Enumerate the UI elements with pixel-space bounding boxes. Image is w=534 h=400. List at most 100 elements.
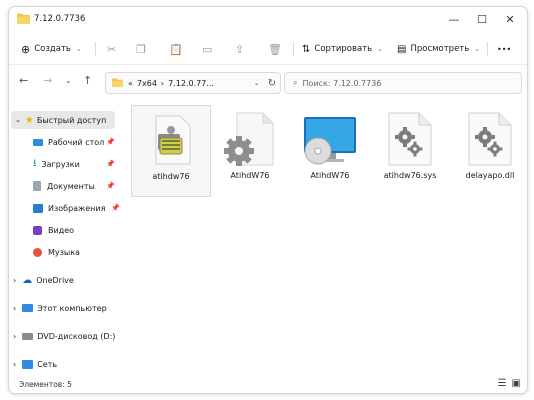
create-label: Создать bbox=[34, 44, 71, 54]
sidebar-item-pictures[interactable]: Изображения bbox=[33, 199, 105, 217]
separator bbox=[487, 42, 488, 56]
sidebar-item-label: Рабочий стол bbox=[48, 137, 105, 147]
refresh-icon[interactable]: ↻ bbox=[268, 78, 276, 89]
file-name: AtihdW76 bbox=[230, 171, 270, 180]
sidebar-item-label: DVD-дисковод (D:) bbox=[37, 331, 116, 341]
sidebar-item-music[interactable]: Музыка bbox=[33, 243, 80, 261]
view-switcher: ☰ ▣ bbox=[498, 378, 521, 389]
address-dropdown-icon[interactable]: ⌄ bbox=[254, 79, 260, 87]
pin-icon: 📌 bbox=[111, 204, 120, 212]
sort-button[interactable]: ⇅ Сортировать ⌄ bbox=[302, 40, 383, 58]
music-icon bbox=[33, 247, 42, 257]
up-arrow-icon[interactable]: ↑ bbox=[83, 74, 92, 87]
expand-chevron-icon: › bbox=[13, 275, 17, 285]
maximize-button[interactable]: ☐ bbox=[468, 7, 496, 31]
sidebar-item-quick-access[interactable]: ⌄ ★ Быстрый доступ bbox=[11, 111, 115, 129]
sidebar-item-label: Музыка bbox=[48, 247, 80, 257]
chevron-down-icon: ⌄ bbox=[474, 45, 481, 53]
breadcrumb-item[interactable]: 7.12.0.77... bbox=[168, 79, 214, 88]
view-label: Просмотреть bbox=[410, 44, 470, 54]
pictures-icon bbox=[33, 203, 43, 213]
file-list: atihdw76 AtihdW76 AtihdW76 atihdw76.sys … bbox=[127, 105, 517, 375]
copy-icon[interactable]: ❐ bbox=[136, 40, 146, 58]
sidebar-item-video[interactable]: Видео bbox=[33, 221, 74, 239]
large-icons-view-icon[interactable]: ▣ bbox=[512, 378, 521, 389]
sidebar-item-documents[interactable]: Документы bbox=[33, 177, 95, 195]
sidebar-item-label: Загрузки bbox=[41, 159, 80, 169]
sidebar-item-label: Сеть bbox=[37, 359, 58, 369]
paste-icon[interactable]: 📋 bbox=[169, 40, 183, 58]
separator bbox=[95, 42, 96, 56]
pin-icon: 📌 bbox=[106, 160, 115, 168]
minimize-button[interactable]: — bbox=[440, 7, 468, 31]
documents-icon bbox=[33, 181, 41, 191]
expand-chevron-icon: › bbox=[13, 359, 17, 369]
cut-icon[interactable]: ✂ bbox=[107, 40, 116, 58]
cloud-icon: ☁ bbox=[22, 274, 33, 286]
view-button[interactable]: ▤ Просмотреть ⌄ bbox=[397, 40, 480, 58]
breadcrumb-item[interactable]: 7x64 bbox=[137, 79, 157, 88]
share-icon[interactable]: ⇪ bbox=[235, 40, 244, 58]
sidebar-item-desktop[interactable]: Рабочий стол bbox=[33, 133, 104, 151]
downloads-icon: ⭳ bbox=[33, 157, 37, 169]
chevron-down-icon: ⌄ bbox=[377, 45, 384, 53]
sidebar-item-label: OneDrive bbox=[36, 275, 74, 285]
close-button[interactable]: ✕ bbox=[496, 7, 524, 31]
sidebar-item-label: Документы bbox=[47, 181, 95, 191]
sidebar-item-dvd[interactable]: › DVD-дисковод (D:) bbox=[13, 327, 115, 345]
file-name: delayapo.dll bbox=[465, 171, 515, 180]
details-view-icon[interactable]: ☰ bbox=[498, 378, 507, 389]
folder-icon bbox=[112, 77, 123, 89]
command-bar: ⊕ Создать ⌄ ✂ ❐ 📋 ▭ ⇪ 🗑 ⇅ Сортировать ⌄ … bbox=[9, 34, 527, 65]
sidebar-item-label: Изображения bbox=[48, 203, 106, 213]
search-placeholder: Поиск: 7.12.0.7736 bbox=[302, 78, 382, 88]
breadcrumb-overflow[interactable]: « bbox=[128, 79, 133, 88]
config-gear-icon bbox=[224, 112, 274, 166]
sidebar-item-label: Видео bbox=[48, 225, 75, 235]
sidebar-item-label: Быстрый доступ bbox=[36, 115, 107, 125]
search-input[interactable]: ⌕ Поиск: 7.12.0.7736 bbox=[284, 72, 522, 94]
setup-info-icon bbox=[155, 115, 191, 165]
separator bbox=[293, 42, 294, 56]
sidebar-item-network[interactable]: › Сеть bbox=[13, 355, 57, 373]
more-button[interactable]: ••• bbox=[497, 40, 511, 58]
disc-monitor-icon bbox=[304, 117, 356, 165]
create-button[interactable]: ⊕ Создать ⌄ bbox=[21, 40, 82, 58]
back-arrow-icon[interactable]: ← bbox=[19, 74, 28, 87]
forward-arrow-icon[interactable]: → bbox=[43, 74, 52, 87]
file-item[interactable]: AtihdW76 bbox=[291, 105, 369, 195]
close-icon: ✕ bbox=[505, 12, 515, 26]
search-icon: ⌕ bbox=[293, 78, 298, 87]
file-item[interactable]: AtihdW76 bbox=[211, 105, 289, 195]
rename-icon[interactable]: ▭ bbox=[202, 40, 212, 58]
pin-icon: 📌 bbox=[106, 182, 115, 190]
explorer-window: 7.12.0.7736 — ☐ ✕ ⊕ Создать ⌄ ✂ ❐ 📋 ▭ ⇪ … bbox=[8, 6, 528, 394]
file-item[interactable]: atihdw76.sys bbox=[371, 105, 449, 195]
window-title: 7.12.0.7736 bbox=[34, 14, 86, 24]
expand-chevron-icon: › bbox=[13, 303, 17, 313]
sidebar-item-downloads[interactable]: ⭳ Загрузки bbox=[33, 155, 80, 173]
file-item[interactable]: delayapo.dll bbox=[451, 105, 527, 195]
status-item-count: Элементов: 5 bbox=[19, 380, 72, 389]
sort-icon: ⇅ bbox=[302, 43, 311, 55]
chevron-down-icon: ⌄ bbox=[75, 45, 82, 53]
sidebar-item-onedrive[interactable]: › ☁ OneDrive bbox=[13, 271, 74, 289]
view-icon: ▤ bbox=[397, 43, 407, 55]
dvd-drive-icon bbox=[22, 332, 34, 340]
maximize-icon: ☐ bbox=[477, 12, 487, 26]
plus-circle-icon: ⊕ bbox=[21, 42, 31, 56]
video-icon bbox=[33, 225, 42, 235]
address-row: ← → ⌄ ↑ « 7x64 › 7.12.0.77... ⌄ ↻ ⌕ Поис… bbox=[9, 68, 527, 98]
recent-chevron-icon[interactable]: ⌄ bbox=[65, 76, 72, 85]
title-bar: 7.12.0.7736 — ☐ ✕ bbox=[9, 7, 527, 33]
file-name: AtihdW76 bbox=[310, 171, 350, 180]
sidebar-item-label: Этот компьютер bbox=[37, 303, 107, 313]
minimize-icon: — bbox=[448, 12, 460, 26]
breadcrumb-separator-icon: › bbox=[160, 78, 165, 88]
computer-icon bbox=[22, 304, 34, 312]
delete-icon[interactable]: 🗑 bbox=[268, 40, 282, 58]
file-name: atihdw76 bbox=[152, 172, 190, 181]
address-bar[interactable]: « 7x64 › 7.12.0.77... ⌄ ↻ bbox=[105, 72, 281, 94]
sidebar-item-this-pc[interactable]: › Этот компьютер bbox=[13, 299, 107, 317]
file-item[interactable]: atihdw76 bbox=[131, 105, 211, 197]
